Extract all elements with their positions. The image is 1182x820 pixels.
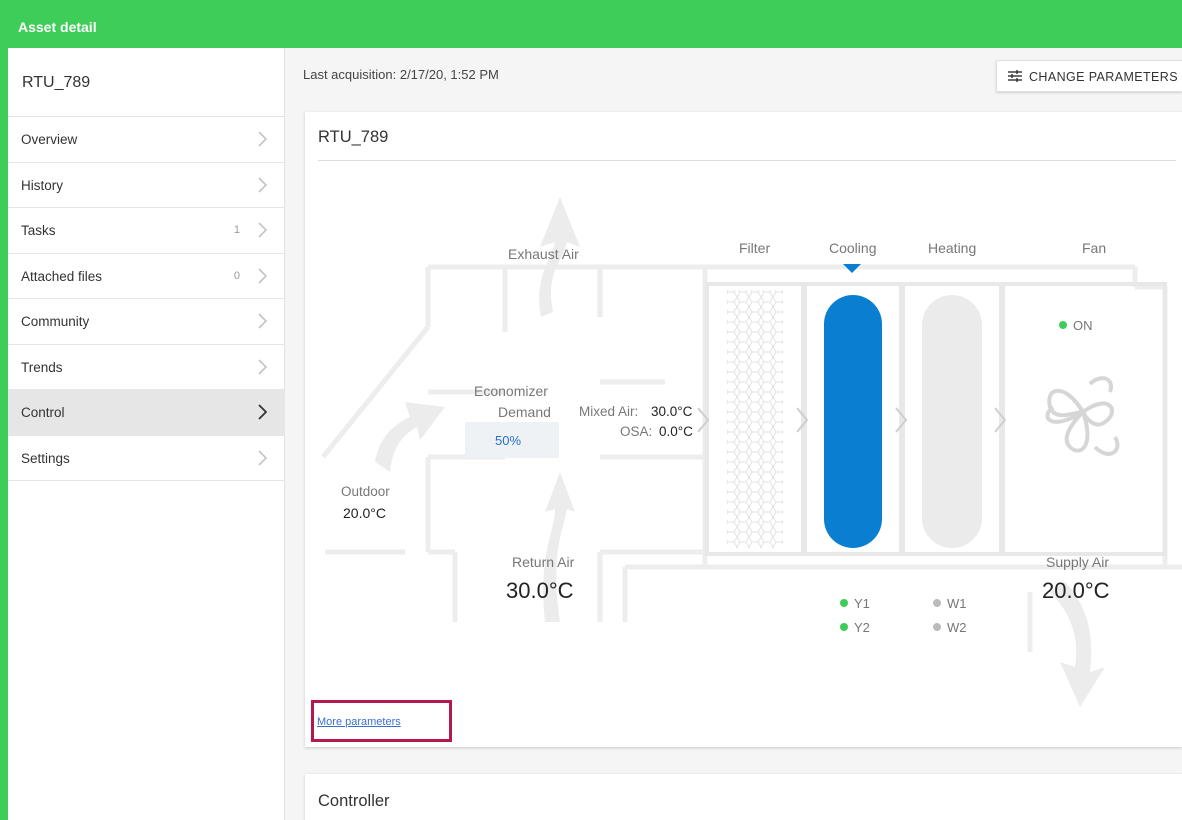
cooling-label: Cooling	[829, 240, 877, 256]
main-content: Last acquisition: 2/17/20, 1:52 PM CHANG…	[286, 48, 1182, 820]
supply-air-value: 20.0°C	[1042, 578, 1110, 603]
last-acquisition: Last acquisition: 2/17/20, 1:52 PM	[303, 67, 499, 82]
economizer-label-2: Demand	[498, 404, 551, 420]
controller-title: Controller	[318, 792, 390, 810]
fan-label: Fan	[1082, 240, 1107, 256]
more-parameters-link[interactable]: More parameters	[317, 716, 401, 728]
stage-w2-text: W2	[947, 620, 967, 635]
stage-w1-text: W1	[947, 596, 967, 611]
fan-icon	[1045, 376, 1120, 456]
chevron-right-icon	[258, 222, 267, 238]
change-parameters-label: CHANGE PARAMETERS	[1029, 70, 1178, 84]
sidebar-asset-name: RTU_789	[22, 74, 91, 91]
app-header: Asset detail	[0, 0, 1182, 48]
stage-w2: W2	[933, 620, 967, 635]
sidebar-item-attached-files[interactable]: Attached files 0	[8, 254, 285, 299]
sidebar-item-trends[interactable]: Trends	[8, 345, 285, 390]
sidebar-item-label: Community	[21, 314, 90, 329]
sidebar-item-community[interactable]: Community	[8, 299, 285, 345]
outdoor-value: 20.0°C	[343, 505, 386, 521]
sidebar-nav: Overview History Tasks 1 Attached files …	[8, 116, 285, 481]
return-air-value: 30.0°C	[506, 578, 574, 603]
sidebar-item-count: 0	[233, 269, 240, 282]
rtu-diagram	[321, 197, 1182, 707]
mixed-air-label: Mixed Air:	[579, 404, 639, 419]
sidebar-item-label: Settings	[21, 450, 70, 466]
osa-label: OSA:	[620, 424, 653, 439]
chevron-right-icon	[258, 313, 267, 329]
stage-y1-text: Y1	[854, 596, 870, 611]
sidebar-item-overview[interactable]: Overview	[8, 117, 285, 163]
sidebar-item-label: History	[21, 177, 64, 193]
sliders-icon	[1008, 70, 1022, 82]
sidebar-item-label: Attached files	[21, 268, 103, 284]
sidebar-item-count: 1	[233, 224, 240, 236]
return-air-label: Return Air	[512, 554, 575, 570]
chevron-right-icon	[258, 267, 267, 284]
heating-coil	[922, 295, 982, 548]
sidebar-item-control[interactable]: Control	[8, 390, 285, 436]
chevron-right-icon	[258, 449, 267, 466]
fan-status: ON	[1059, 318, 1093, 333]
sidebar-item-label: Control	[21, 405, 65, 420]
status-dot-on	[840, 623, 848, 631]
osa-value: 0.0°C	[659, 424, 693, 439]
sidebar: RTU_789 Overview History Tasks 1 Attache…	[8, 48, 285, 820]
controller-card: Controller	[305, 774, 1182, 820]
status-dot-on	[1059, 321, 1067, 329]
economizer-demand-value: 50%	[495, 433, 522, 448]
stage-y2-text: Y2	[854, 620, 870, 635]
sidebar-item-label: Overview	[21, 132, 78, 147]
mixed-air-value: 30.0°C	[651, 404, 693, 419]
status-dot-off	[933, 623, 941, 631]
sidebar-item-label: Tasks	[21, 223, 56, 238]
economizer-label-1: Economizer	[474, 383, 548, 399]
supply-air-label: Supply Air	[1046, 554, 1110, 570]
stage-y2: Y2	[840, 620, 870, 635]
sidebar-item-tasks[interactable]: Tasks 1	[8, 208, 285, 254]
chevron-right-icon	[258, 176, 267, 193]
fan-status-text: ON	[1073, 318, 1093, 333]
heating-label: Heating	[928, 240, 977, 256]
status-dot-on	[840, 599, 848, 607]
left-accent-strip	[0, 48, 8, 820]
chevron-right-icon	[258, 358, 267, 375]
economizer-demand-box: 50%	[465, 422, 559, 458]
outdoor-label: Outdoor	[341, 484, 390, 499]
filter-label: Filter	[739, 240, 771, 256]
sidebar-item-settings[interactable]: Settings	[8, 436, 285, 481]
chevron-right-icon	[258, 131, 267, 147]
header-title: Asset detail	[18, 19, 97, 35]
sidebar-item-label: Trends	[21, 359, 63, 375]
status-dot-off	[933, 599, 941, 607]
chevron-right-icon	[258, 404, 267, 420]
sidebar-item-history[interactable]: History	[8, 163, 285, 208]
stage-y1: Y1	[840, 596, 870, 611]
filter-graphic	[727, 290, 783, 548]
change-parameters-button[interactable]: CHANGE PARAMETERS	[996, 60, 1182, 92]
cooling-coil	[824, 295, 882, 548]
rtu-diagram-card: RTU_789 Exhaust Air Filter Cooling Heati…	[305, 112, 1182, 747]
exhaust-air-label: Exhaust Air	[508, 246, 579, 262]
stage-w1: W1	[933, 596, 967, 611]
